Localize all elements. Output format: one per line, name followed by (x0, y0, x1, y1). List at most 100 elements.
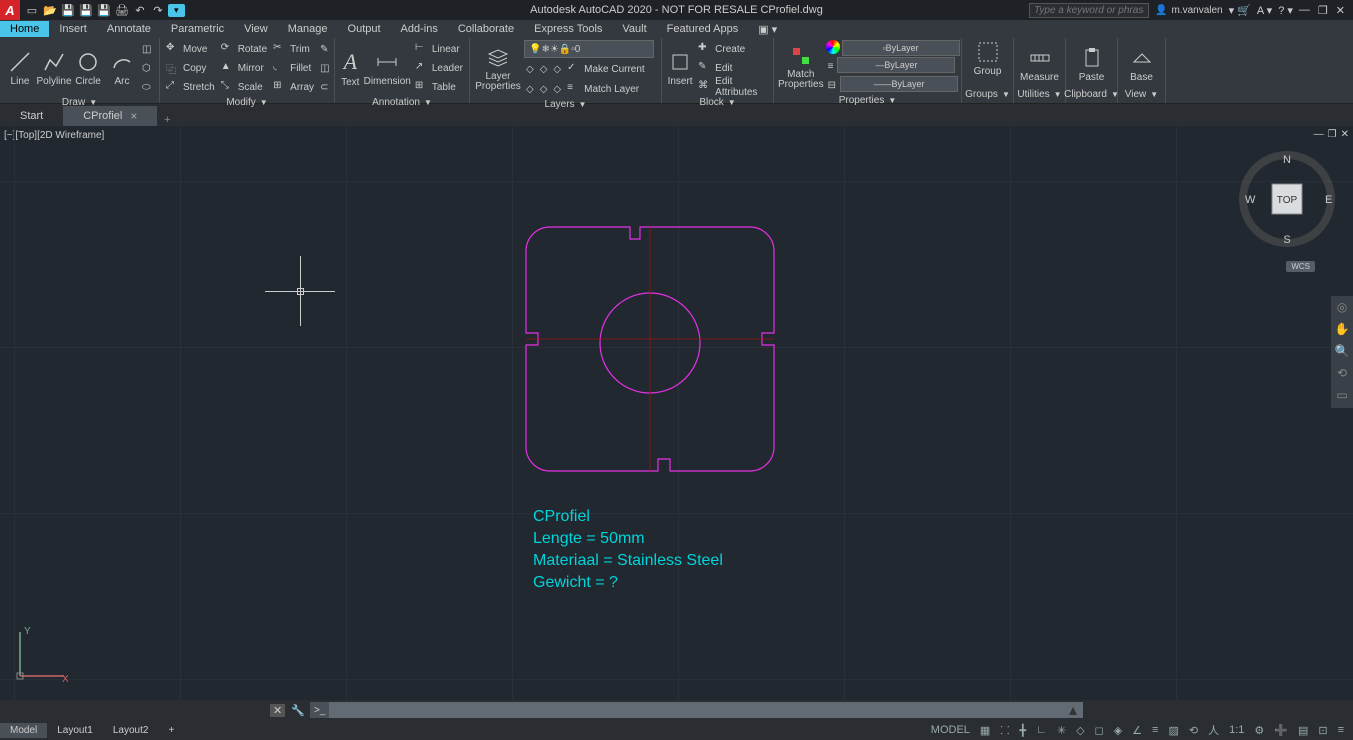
minimize-button[interactable]: — (1299, 4, 1310, 17)
rotate-tool[interactable]: ⟳Rotate (219, 40, 269, 58)
group-button[interactable]: Group (966, 40, 1010, 77)
filetab-cprofiel[interactable]: CProfiel× (63, 106, 157, 126)
tab-insert[interactable]: Insert (49, 21, 97, 37)
stretch-tool[interactable]: ⤢Stretch (164, 78, 217, 96)
lineweight-dropdown[interactable]: — ByLayer (837, 57, 955, 73)
customize-status-icon[interactable]: ≡ (1335, 724, 1347, 736)
panel-annotation-title[interactable]: Annotation▼ (339, 96, 465, 109)
help-icon[interactable]: ? ▾ (1278, 4, 1293, 17)
undo-icon[interactable]: ↶ (132, 2, 148, 18)
color-swatch[interactable] (826, 40, 840, 54)
saveas-icon[interactable]: 💾 (78, 2, 94, 18)
cmd-dropdown-icon[interactable]: ▴ (1063, 700, 1083, 720)
annoscale-icon[interactable]: 人 (1205, 722, 1222, 738)
linetype-dropdown[interactable]: —— ByLayer (840, 76, 958, 92)
layout-tab-layout1[interactable]: Layout1 (47, 723, 103, 738)
grid-toggle-icon[interactable]: ▦ (977, 724, 993, 737)
draw-misc-3[interactable]: ⬭ (140, 78, 153, 96)
linear-tool[interactable]: ⊢Linear (413, 40, 465, 58)
measure-button[interactable]: Measure (1018, 46, 1061, 83)
create-block-button[interactable]: ✚Create (696, 40, 769, 58)
layer-btn-3[interactable]: ◇ (551, 60, 563, 78)
redo-icon[interactable]: ↷ (150, 2, 166, 18)
tab-parametric[interactable]: Parametric (161, 21, 234, 37)
model-space-button[interactable]: MODEL (928, 724, 973, 736)
osnap-toggle-icon[interactable]: ◻ (1092, 724, 1107, 737)
plot-icon[interactable]: 🖨 (114, 2, 130, 18)
command-input[interactable] (329, 702, 1063, 718)
tab-manage[interactable]: Manage (278, 21, 338, 37)
nav-zoom-icon[interactable]: 🔍 (1334, 344, 1350, 360)
fillet-tool[interactable]: ◟Fillet (271, 59, 316, 77)
tab-addins[interactable]: Add-ins (391, 21, 448, 37)
layout-tab-layout2[interactable]: Layout2 (103, 723, 159, 738)
tab-collaborate[interactable]: Collaborate (448, 21, 524, 37)
otrack-toggle-icon[interactable]: ∠ (1129, 724, 1145, 737)
layout-tab-add[interactable]: + (158, 723, 184, 738)
draw-misc-2[interactable]: ⬡ (140, 59, 153, 77)
arc-tool[interactable]: Arc (106, 50, 138, 87)
3dosnap-toggle-icon[interactable]: ◈ (1111, 724, 1125, 737)
nav-orbit-icon[interactable]: ⟲ (1334, 366, 1350, 382)
panel-modify-title[interactable]: Modify▼ (164, 96, 330, 109)
iso-toggle-icon[interactable]: ◇ (1073, 724, 1087, 737)
layer-btn-4[interactable]: ◇ (524, 80, 536, 98)
tab-output[interactable]: Output (338, 21, 391, 37)
base-button[interactable]: Base (1122, 46, 1161, 83)
modify-misc-2[interactable]: ◫ (318, 59, 331, 77)
mirror-tool[interactable]: ▲Mirror (219, 59, 269, 77)
nav-pan-icon[interactable]: ✋ (1334, 322, 1350, 338)
panel-block-title[interactable]: Block▼ (666, 96, 769, 109)
color-dropdown[interactable]: ▫ ByLayer (842, 40, 960, 56)
user-menu[interactable]: 👤 m.vanvalen (1155, 5, 1223, 16)
panel-groups-title[interactable]: Groups▼ (966, 88, 1009, 101)
make-current-button[interactable]: ✓Make Current (565, 60, 647, 78)
save-icon[interactable]: 💾 (60, 2, 76, 18)
layer-dropdown[interactable]: 💡❄☀🔒▫ 0 (524, 40, 654, 58)
layout-tab-model[interactable]: Model (0, 723, 47, 738)
share-button[interactable]: ▾ (168, 4, 185, 17)
draw-misc-1[interactable]: ◫ (140, 40, 153, 58)
open-icon[interactable]: 📂 (42, 2, 58, 18)
layer-btn-6[interactable]: ◇ (551, 80, 563, 98)
line-tool[interactable]: Line (4, 50, 36, 87)
match-properties-button[interactable]: Match Properties (778, 44, 824, 90)
edit-attributes-button[interactable]: ⌘Edit Attributes (696, 78, 769, 96)
panel-layers-title[interactable]: Layers▼ (474, 98, 657, 111)
snap-toggle-icon[interactable]: ⸬ (997, 723, 1012, 738)
viewport-close-icon[interactable]: ✕ (1341, 129, 1349, 140)
insert-button[interactable]: Insert (666, 50, 694, 87)
wcs-badge[interactable]: WCS (1286, 261, 1315, 272)
cloud-save-icon[interactable]: 💾 (96, 2, 112, 18)
polar-toggle-icon[interactable]: ✳ (1054, 724, 1069, 737)
ortho-toggle-icon[interactable]: ∟ (1033, 724, 1050, 736)
panel-utilities-title[interactable]: Utilities▼ (1018, 88, 1061, 101)
transparency-toggle-icon[interactable]: ▨ (1165, 724, 1181, 737)
workspace-icon[interactable]: ⚙ (1251, 724, 1267, 737)
tab-expresstools[interactable]: Express Tools (524, 21, 612, 37)
panel-view-title[interactable]: View▼ (1122, 88, 1161, 101)
move-tool[interactable]: ✥Move (164, 40, 217, 58)
nav-wheel-icon[interactable]: ◎ (1334, 300, 1350, 316)
close-button[interactable]: ✕ (1336, 4, 1345, 17)
paste-button[interactable]: Paste (1070, 46, 1113, 83)
exchange-icon[interactable]: ▾ 🛒 (1229, 4, 1251, 17)
scale-tool[interactable]: ⤡Scale (219, 78, 269, 96)
drawing-canvas[interactable]: — ❐ ✕ [−][Top][2D Wireframe] CProfiel Le… (0, 126, 1353, 700)
viewcube[interactable]: TOP N S W E (1239, 151, 1335, 247)
lineweight-toggle-icon[interactable]: ≡ (1149, 724, 1161, 736)
tab-annotate[interactable]: Annotate (97, 21, 161, 37)
units-icon[interactable]: ▤ (1295, 724, 1311, 737)
match-layer-button[interactable]: ≡Match Layer (565, 80, 641, 98)
linetype-icon[interactable]: ⊟ (826, 76, 838, 94)
viewport-label[interactable]: [−][Top][2D Wireframe] (4, 130, 104, 141)
layer-btn-1[interactable]: ◇ (524, 60, 536, 78)
panel-clipboard-title[interactable]: Clipboard▼ (1070, 88, 1113, 101)
layer-properties-button[interactable]: Layer Properties (474, 46, 522, 92)
tab-extra-icon[interactable]: ▣ ▾ (748, 21, 787, 38)
tab-vault[interactable]: Vault (612, 21, 656, 37)
filetab-start[interactable]: Start (0, 106, 63, 126)
leader-tool[interactable]: ↗Leader (413, 59, 465, 77)
trim-tool[interactable]: ✂Trim (271, 40, 316, 58)
add-tab-button[interactable]: + (157, 114, 177, 126)
